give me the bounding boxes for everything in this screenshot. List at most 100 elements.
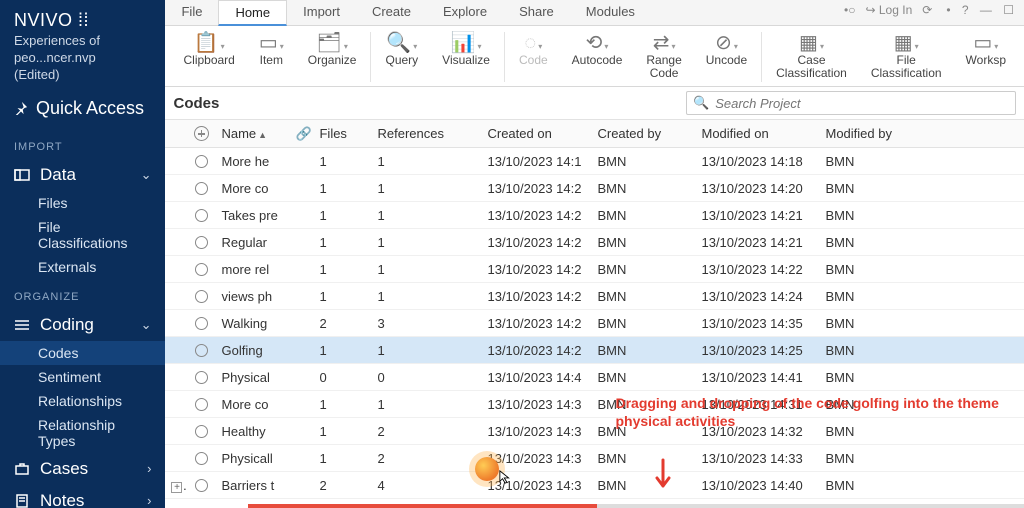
table-row[interactable]: More co1113/10/2023 14:2BMN13/10/2023 14… [165,175,1024,202]
col-name[interactable]: Name▲ [215,126,289,141]
pin-icon [14,101,28,115]
table-row[interactable]: +Barriers t2413/10/2023 14:3BMN13/10/202… [165,472,1024,499]
ribbon-organize[interactable]: 🗂▾Organize [296,30,369,84]
row-references: 4 [371,478,481,493]
col-modified-on[interactable]: Modified on [695,126,819,141]
table-row[interactable]: views ph1113/10/2023 14:2BMN13/10/2023 1… [165,283,1024,310]
row-marker[interactable] [187,479,215,492]
row-marker[interactable] [187,452,215,465]
sidebar-sub-relationships[interactable]: Relationships [0,389,165,413]
ribbon-worksp[interactable]: ▭▾Worksp [954,30,1018,84]
row-created-on: 13/10/2023 14:2 [481,181,591,196]
table-row[interactable]: Golfing1113/10/2023 14:2BMN13/10/2023 14… [165,337,1024,364]
row-modified-by: BMN [819,181,919,196]
row-files: 1 [313,235,371,250]
circle-icon [195,425,208,438]
chevron-down-icon: ⌄ [141,167,152,183]
tab-share[interactable]: Share [503,0,570,25]
col-created-on[interactable]: Created on [481,126,591,141]
row-references: 3 [371,316,481,331]
row-references: 1 [371,397,481,412]
row-files: 1 [313,397,371,412]
row-marker[interactable] [187,209,215,222]
sidebar-sub-relationship-types[interactable]: Relationship Types [0,413,165,453]
sidebar-sub-externals[interactable]: Externals [0,255,165,279]
ribbon-item[interactable]: ▭▾Item [247,30,296,84]
search-input[interactable] [715,96,1009,111]
col-files[interactable]: Files [313,126,371,141]
row-marker[interactable] [187,155,215,168]
table-row[interactable]: Walking2313/10/2023 14:2BMN13/10/2023 14… [165,310,1024,337]
clipboard-icon: 📋▾ [194,32,225,54]
ribbon-case-classification[interactable]: ▦▾Case Classification [764,30,859,84]
row-marker[interactable] [187,398,215,411]
sync-icon[interactable]: ⟳ [922,3,932,17]
ribbon-file-classification[interactable]: ▦▾File Classification [859,30,954,84]
tab-import[interactable]: Import [287,0,356,25]
table-row[interactable]: more rel1113/10/2023 14:2BMN13/10/2023 1… [165,256,1024,283]
row-created-by: BMN [591,235,695,250]
sidebar-sub-file-classifications[interactable]: File Classifications [0,215,165,255]
maximize-button[interactable]: ☐ [1003,3,1014,17]
panel-title: Codes [173,95,219,112]
table-row[interactable]: Physicall1213/10/2023 14:3BMN13/10/2023 … [165,445,1024,472]
col-modified-by[interactable]: Modified by [819,126,919,141]
row-name: Regular [215,235,289,250]
circle-icon [195,209,208,222]
table-row[interactable]: Healthy1213/10/2023 14:3BMN13/10/2023 14… [165,418,1024,445]
case-classification-icon: ▦▾ [799,32,824,54]
tab-modules[interactable]: Modules [570,0,651,25]
file-classification-icon: ▦▾ [894,32,919,54]
ribbon-clipboard[interactable]: 📋▾Clipboard [171,30,246,84]
table-row[interactable]: More co1113/10/2023 14:3BMN13/10/2023 14… [165,391,1024,418]
row-files: 1 [313,451,371,466]
row-references: 1 [371,154,481,169]
table-row[interactable]: Takes pre1113/10/2023 14:2BMN13/10/2023 … [165,202,1024,229]
sidebar-item-notes[interactable]: Notes › [0,485,165,508]
row-files: 1 [313,424,371,439]
row-marker[interactable] [187,317,215,330]
search-box[interactable]: 🔍 [686,91,1016,115]
ribbon-uncode[interactable]: ⊘▾Uncode [694,30,759,84]
minimize-button[interactable]: — [980,3,992,17]
autocode-icon: ⟲▾ [586,32,609,54]
col-created-by[interactable]: Created by [591,126,695,141]
ribbon-autocode[interactable]: ⟲▾Autocode [560,30,635,84]
tab-file[interactable]: File [165,0,218,25]
row-marker[interactable] [187,290,215,303]
ribbon-query[interactable]: 🔍▾Query [373,30,430,84]
row-created-by: BMN [591,154,695,169]
table-row[interactable]: More he1113/10/2023 14:1BMN13/10/2023 14… [165,148,1024,175]
sidebar-sub-codes[interactable]: Codes [0,341,165,365]
row-created-by: BMN [591,289,695,304]
circle-icon [195,290,208,303]
sidebar-sub-files[interactable]: Files [0,191,165,215]
ribbon-range-code[interactable]: ⇄▾Range Code [634,30,693,84]
sidebar-item-coding[interactable]: Coding ⌄ [0,309,165,341]
row-marker[interactable] [187,182,215,195]
row-marker[interactable] [187,344,215,357]
helper-button[interactable]: ? [962,3,969,17]
login-link[interactable]: ↪ Log In [865,3,912,17]
col-add[interactable] [187,126,215,141]
table-row[interactable]: Physical0013/10/2023 14:4BMN13/10/2023 1… [165,364,1024,391]
notes-icon [14,493,30,508]
helper-button[interactable]: • [946,3,950,17]
row-marker[interactable] [187,236,215,249]
sidebar-item-cases[interactable]: Cases › [0,453,165,485]
row-created-on: 13/10/2023 14:3 [481,478,591,493]
row-marker[interactable] [187,425,215,438]
tab-explore[interactable]: Explore [427,0,503,25]
ribbon-visualize[interactable]: 📊▾Visualize [430,30,502,84]
tab-home[interactable]: Home [218,0,287,26]
table-row[interactable]: Regular1113/10/2023 14:2BMN13/10/2023 14… [165,229,1024,256]
sidebar-sub-sentiment[interactable]: Sentiment [0,365,165,389]
tab-create[interactable]: Create [356,0,427,25]
row-marker[interactable] [187,371,215,384]
row-expander[interactable]: + [165,478,187,494]
row-marker[interactable] [187,263,215,276]
quick-access-button[interactable]: Quick Access [0,88,165,129]
sidebar-item-data[interactable]: Data ⌄ [0,159,165,191]
col-references[interactable]: References [371,126,481,141]
row-created-on: 13/10/2023 14:2 [481,235,591,250]
